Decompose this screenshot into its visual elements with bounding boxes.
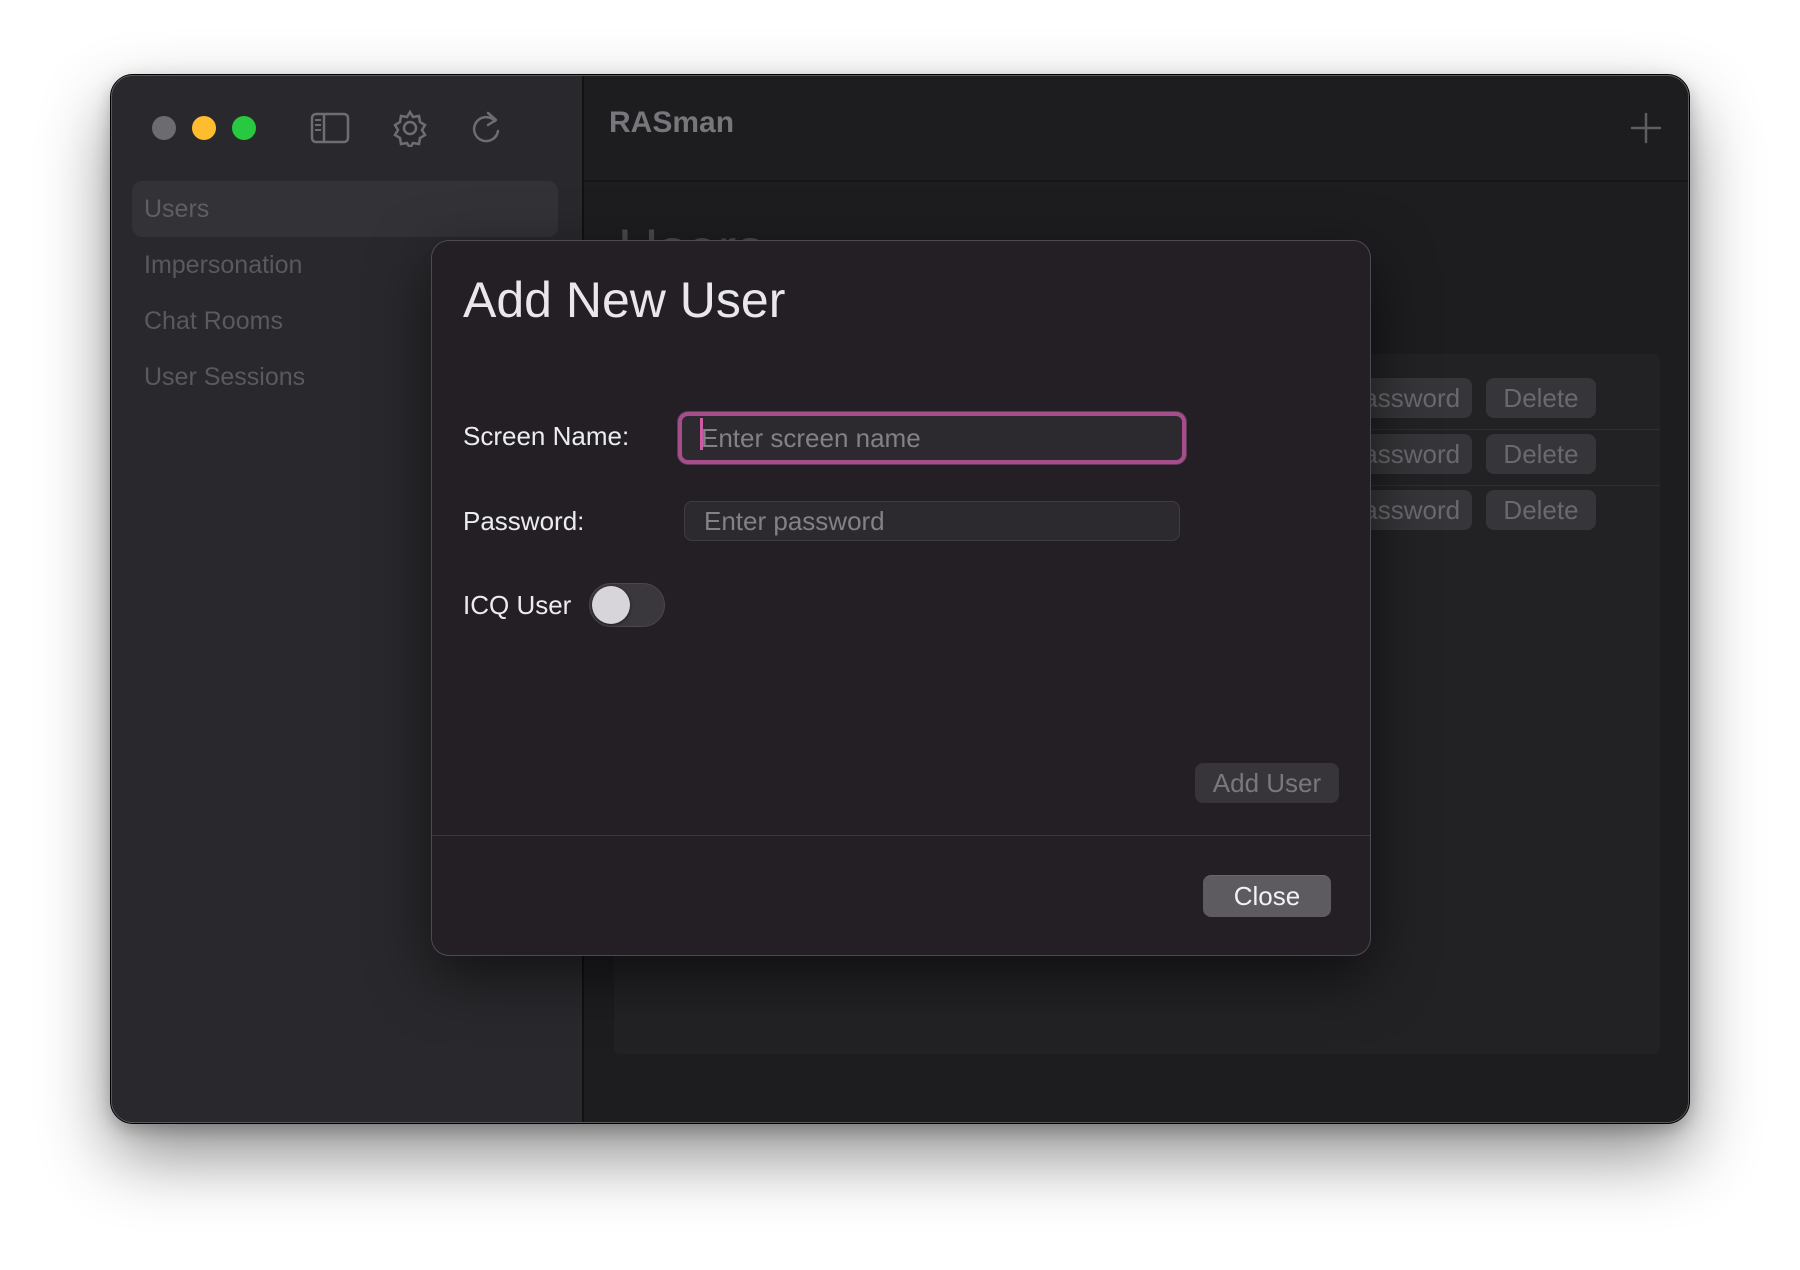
window-minimize-button[interactable] [192,116,216,140]
password-input[interactable] [684,501,1180,541]
sidebar-item-label: Chat Rooms [144,307,283,335]
delete-button[interactable]: Delete [1486,490,1596,530]
add-user-dialog: Add New User Screen Name: Password: ICQ … [431,240,1371,956]
icq-user-label: ICQ User [463,590,572,620]
close-button[interactable]: Close [1203,875,1331,917]
app-title: RASman [609,106,735,139]
plus-icon[interactable] [1624,106,1668,150]
window-close-button[interactable] [152,116,176,140]
icq-user-toggle[interactable] [589,583,665,627]
delete-button[interactable]: Delete [1486,434,1596,474]
gear-icon[interactable] [388,106,432,150]
delete-button[interactable]: Delete [1486,378,1596,418]
refresh-icon[interactable] [464,106,508,150]
password-label: Password: [463,506,585,536]
sidebar-item-label: Impersonation [144,251,303,279]
window-zoom-button[interactable] [232,116,256,140]
row-divider [1334,429,1660,430]
dialog-divider [432,835,1370,836]
text-cursor [700,418,703,450]
sidebar-item-label: User Sessions [144,363,306,391]
add-user-button[interactable]: Add User [1195,763,1339,803]
screen-name-input[interactable] [678,412,1186,464]
sidebar-item-users[interactable]: Users [132,181,558,237]
sidebar-item-label: Users [144,195,210,223]
dialog-title: Add New User [463,272,786,328]
toolbar: RASman [584,76,1688,182]
row-divider [1334,485,1660,486]
screen-name-label: Screen Name: [463,421,630,451]
sidebar-toggle-icon[interactable] [308,106,352,150]
toggle-knob [592,586,630,624]
